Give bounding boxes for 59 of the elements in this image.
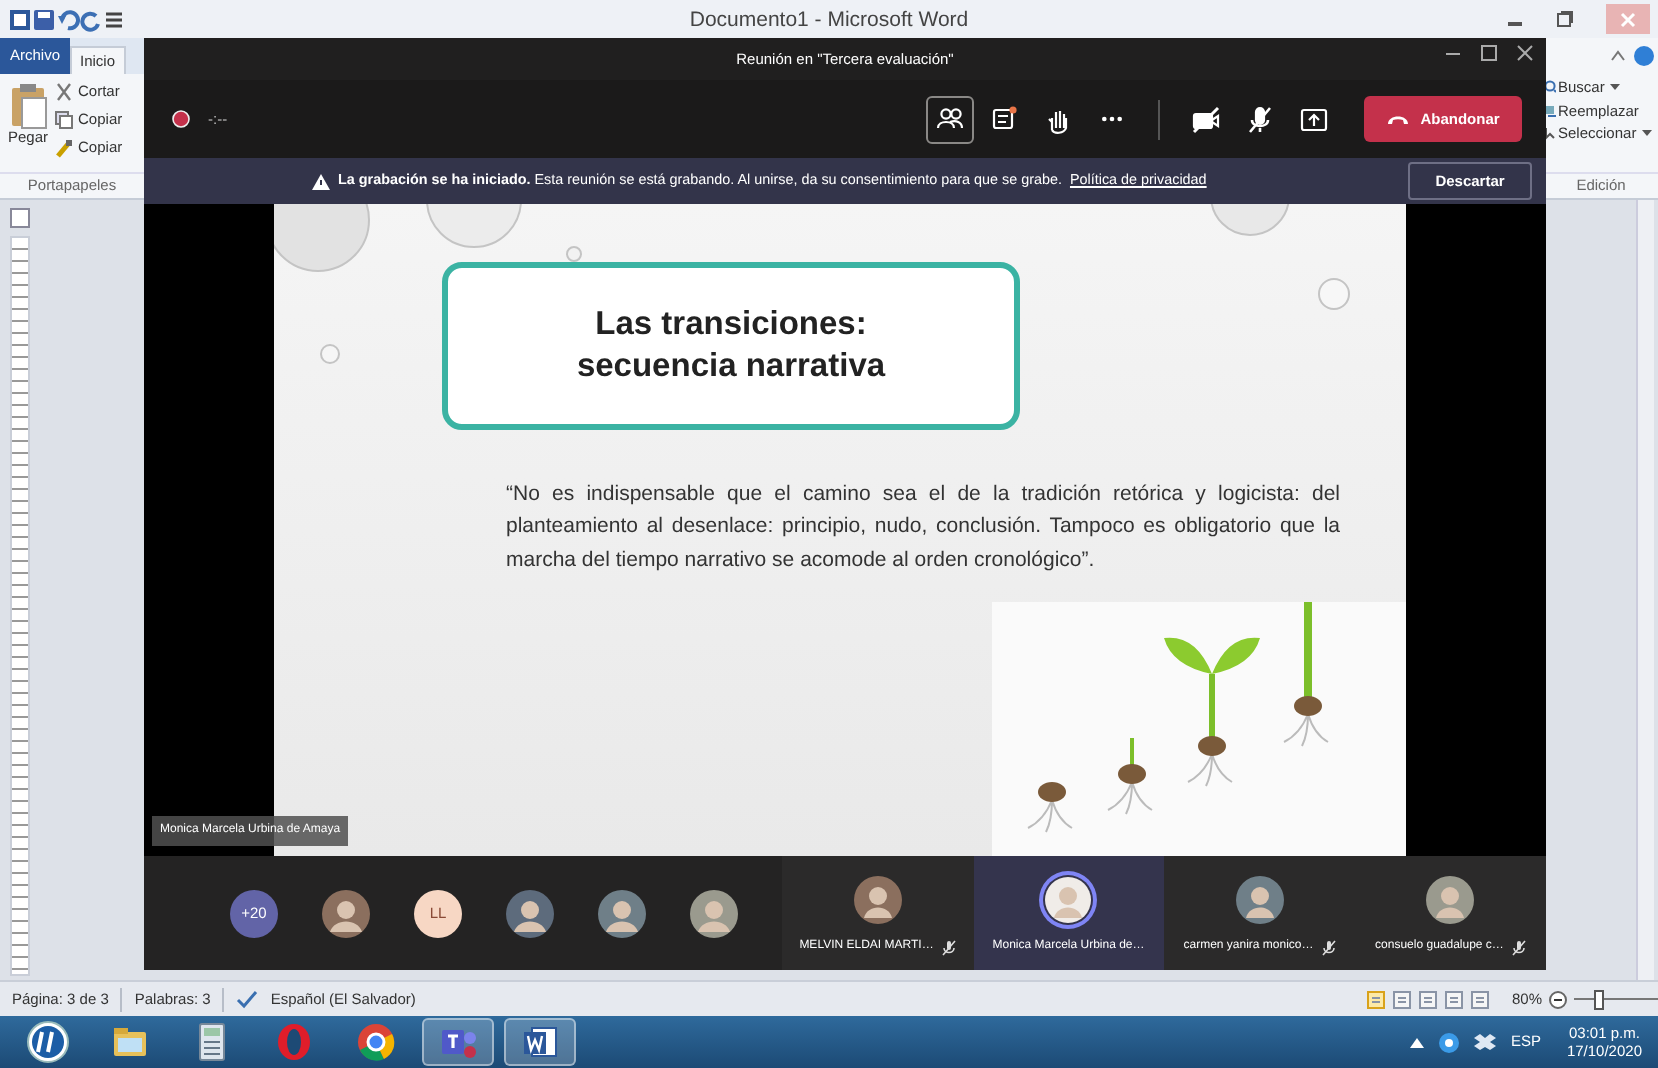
camera-off-icon: [1190, 103, 1222, 135]
help-icon[interactable]: [1634, 46, 1654, 66]
warning-icon: [312, 173, 330, 189]
show-hidden-icons-icon[interactable]: [1410, 1036, 1425, 1048]
participant-avatar[interactable]: [506, 889, 554, 937]
collapse-icon[interactable]: [1610, 48, 1626, 64]
recording-icon: [172, 110, 190, 128]
word-icon: [8, 7, 32, 31]
web-layout-icon[interactable]: [1417, 989, 1438, 1009]
chat-icon: [988, 103, 1020, 135]
scrollbar[interactable]: [1636, 200, 1654, 980]
save-icon[interactable]: [32, 7, 56, 31]
participant-avatar[interactable]: [598, 889, 646, 937]
word-icon: [520, 1022, 560, 1062]
paste-icon[interactable]: [8, 82, 48, 130]
hang-up-icon: [1386, 112, 1411, 126]
caret-icon[interactable]: [1610, 84, 1621, 91]
tray-app-icon[interactable]: [1438, 1031, 1461, 1053]
taskbar-app[interactable]: [504, 1018, 576, 1066]
caret-icon[interactable]: [1642, 130, 1653, 137]
restore-icon[interactable]: [1556, 10, 1574, 28]
draft-icon[interactable]: [1469, 989, 1490, 1009]
outline-icon[interactable]: [1443, 989, 1464, 1009]
slider-thumb[interactable]: [1593, 989, 1604, 1009]
start-button-icon[interactable]: [26, 1020, 70, 1064]
chrome-icon: [356, 1022, 396, 1062]
copy-icon[interactable]: [54, 110, 75, 130]
undo-icon[interactable]: [56, 7, 80, 31]
water-drop: [566, 246, 582, 262]
share-screen-icon: [1298, 103, 1330, 135]
scissors-icon[interactable]: [54, 82, 75, 102]
close-icon: [1620, 11, 1636, 27]
search-icon[interactable]: [1544, 80, 1556, 95]
zoom-slider[interactable]: [1574, 989, 1658, 1009]
more-icon: [1102, 116, 1122, 122]
zoom-out-icon[interactable]: [1548, 989, 1568, 1009]
reading-icon[interactable]: [1391, 989, 1412, 1009]
redo-icon[interactable]: [80, 7, 104, 31]
participant-avatar[interactable]: [690, 889, 738, 937]
water-drop: [320, 344, 340, 364]
dropbox-icon[interactable]: [1474, 1032, 1497, 1052]
slide-quote: “No es indispensable que el camino sea el de la tradición retórica y logicista: del planteamiento al desenlace: principio, nudo, conclusión. Tampoco es obligatorio que la marcha del tiempo narrativo se acomode al orden cronológico”.: [506, 480, 1340, 576]
brush-icon[interactable]: [54, 138, 75, 158]
menu-icon[interactable]: [104, 9, 124, 29]
slide-title: Las transiciones: secuencia narrativa: [442, 262, 1020, 430]
folder-icon: [110, 1022, 150, 1062]
cursor-icon[interactable]: [1544, 126, 1556, 141]
tab-selector[interactable]: [10, 208, 30, 228]
maximize-icon[interactable]: [1480, 44, 1498, 62]
window-title: Documento1 - Microsoft Word: [689, 6, 969, 36]
participant-avatar: [1038, 870, 1099, 930]
toolbar-button[interactable]: [926, 95, 974, 143]
close-icon[interactable]: [1516, 44, 1534, 62]
spellcheck-icon[interactable]: [236, 989, 259, 1009]
opera-icon: [274, 1022, 314, 1062]
water-drop: [1318, 278, 1350, 310]
mic-off-icon: [1244, 103, 1276, 135]
print-layout-icon[interactable]: [1365, 989, 1386, 1009]
participant-avatar[interactable]: [322, 889, 370, 937]
